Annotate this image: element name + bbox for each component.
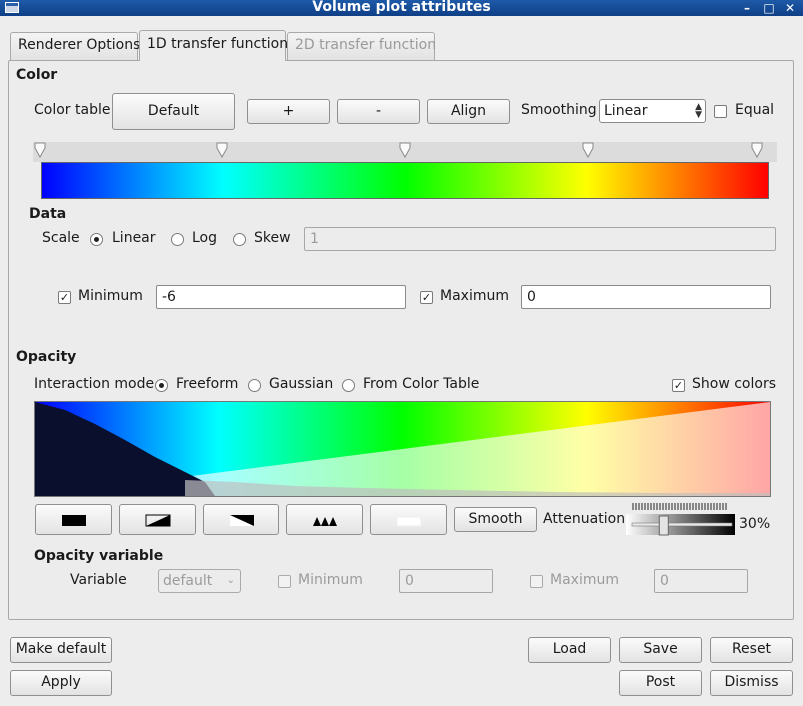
- window-title: Volume plot attributes: [312, 0, 491, 15]
- title-bar: Volume plot attributes – □ ✕: [0, 0, 803, 16]
- control-point-marker[interactable]: [34, 142, 46, 158]
- show-colors-checkbox[interactable]: ✓: [672, 379, 685, 392]
- attenuation-slider-graphic: [626, 503, 735, 536]
- maximum-label: Maximum: [440, 288, 509, 304]
- ramp-up-icon: [145, 514, 171, 527]
- chevron-down-icon: ⌄: [226, 575, 235, 586]
- tab-renderer-options[interactable]: Renderer Options: [10, 32, 141, 60]
- smoothing-value: Linear: [604, 103, 648, 119]
- mode-from-color-table-radio[interactable]: [342, 379, 355, 392]
- minimize-icon[interactable]: –: [739, 0, 755, 16]
- tab-label: Renderer Options: [18, 37, 141, 53]
- ramp-down-icon: [230, 515, 254, 526]
- attenuation-value: 30%: [739, 516, 771, 532]
- mode-gaussian-label: Gaussian: [269, 376, 334, 392]
- zero-icon: [396, 516, 422, 527]
- control-point-marker[interactable]: [582, 142, 594, 158]
- maximum-field[interactable]: 0: [521, 285, 771, 309]
- tab-2d-transfer-function[interactable]: 2D transfer function: [287, 32, 437, 60]
- smoothing-label: Smoothing: [521, 102, 597, 118]
- variable-label: Variable: [70, 572, 127, 588]
- control-point-marker[interactable]: [399, 142, 411, 158]
- variable-select[interactable]: default ⌄: [158, 569, 241, 593]
- post-button[interactable]: Post: [619, 670, 702, 696]
- radio-dot: [94, 237, 99, 242]
- align-button[interactable]: Align: [427, 99, 510, 124]
- scale-log-radio[interactable]: [171, 233, 184, 246]
- mode-from-color-table-label: From Color Table: [363, 376, 480, 392]
- make-default-button[interactable]: Make default: [10, 637, 112, 663]
- variable-value: default: [163, 573, 213, 589]
- flat-icon: [62, 515, 86, 526]
- interaction-mode-label: Interaction mode: [34, 376, 155, 392]
- color-section-title: Color: [16, 67, 58, 83]
- updown-arrows-icon: ▲ ▼: [695, 102, 702, 120]
- opacity-canvas: [35, 402, 770, 496]
- maximize-icon[interactable]: □: [761, 0, 777, 16]
- bumps-shape-button[interactable]: [286, 504, 363, 535]
- skew-field[interactable]: 1: [304, 227, 776, 251]
- opacity-section-title: Opacity: [16, 349, 77, 365]
- minimum-label: Minimum: [78, 288, 143, 304]
- opacity-editor[interactable]: [34, 401, 771, 497]
- opacity-minimum-label: Minimum: [298, 572, 363, 588]
- color-table-label: Color table: [34, 102, 111, 118]
- opacity-minimum-field[interactable]: 0: [399, 569, 493, 593]
- scale-log-label: Log: [192, 230, 218, 246]
- close-icon[interactable]: ✕: [782, 0, 798, 16]
- opacity-variable-section-title: Opacity variable: [34, 548, 164, 564]
- zero-shape-button[interactable]: [370, 504, 447, 535]
- radio-dot: [159, 383, 164, 388]
- smoothing-select[interactable]: Linear ▲ ▼: [599, 99, 706, 123]
- data-section-title: Data: [29, 206, 67, 222]
- maximum-checkbox[interactable]: ✓: [420, 291, 433, 304]
- tab-label: 1D transfer function: [147, 36, 289, 52]
- ramp-down-shape-button[interactable]: [203, 504, 279, 535]
- scale-linear-label: Linear: [112, 230, 156, 246]
- attenuation-label: Attenuation: [543, 511, 626, 527]
- apply-button[interactable]: Apply: [10, 670, 112, 696]
- minimum-field[interactable]: -6: [156, 285, 406, 309]
- load-button[interactable]: Load: [528, 637, 611, 663]
- remove-point-button[interactable]: -: [337, 99, 420, 124]
- equal-checkbox[interactable]: [714, 105, 727, 118]
- opacity-maximum-checkbox[interactable]: [530, 575, 543, 588]
- control-point-marker[interactable]: [216, 142, 228, 158]
- equal-label: Equal: [735, 102, 775, 118]
- tab-1d-transfer-function[interactable]: 1D transfer function: [139, 30, 289, 61]
- dismiss-button[interactable]: Dismiss: [710, 670, 793, 696]
- reset-button[interactable]: Reset: [710, 637, 793, 663]
- attenuation-slider[interactable]: [626, 502, 736, 536]
- opacity-minimum-checkbox[interactable]: [278, 575, 291, 588]
- color-table-button[interactable]: Default: [112, 93, 235, 130]
- add-point-button[interactable]: +: [247, 99, 330, 124]
- mode-gaussian-radio[interactable]: [248, 379, 261, 392]
- scale-skew-radio[interactable]: [233, 233, 246, 246]
- minimum-checkbox[interactable]: ✓: [58, 291, 71, 304]
- scale-skew-label: Skew: [254, 230, 291, 246]
- save-button[interactable]: Save: [619, 637, 702, 663]
- tab-label: 2D transfer function: [295, 37, 437, 53]
- flat-shape-button[interactable]: [35, 504, 112, 535]
- mode-freeform-label: Freeform: [176, 376, 239, 392]
- mode-freeform-radio[interactable]: [155, 379, 168, 392]
- ramp-up-shape-button[interactable]: [119, 504, 196, 535]
- opacity-maximum-field[interactable]: 0: [654, 569, 748, 593]
- scale-label: Scale: [42, 230, 80, 246]
- opacity-maximum-label: Maximum: [550, 572, 619, 588]
- control-point-marker[interactable]: [751, 142, 763, 158]
- scale-linear-radio[interactable]: [90, 233, 103, 246]
- show-colors-label: Show colors: [692, 376, 776, 392]
- color-table-bar[interactable]: [41, 162, 769, 199]
- bumps-icon: [313, 517, 337, 526]
- smooth-button[interactable]: Smooth: [454, 507, 537, 532]
